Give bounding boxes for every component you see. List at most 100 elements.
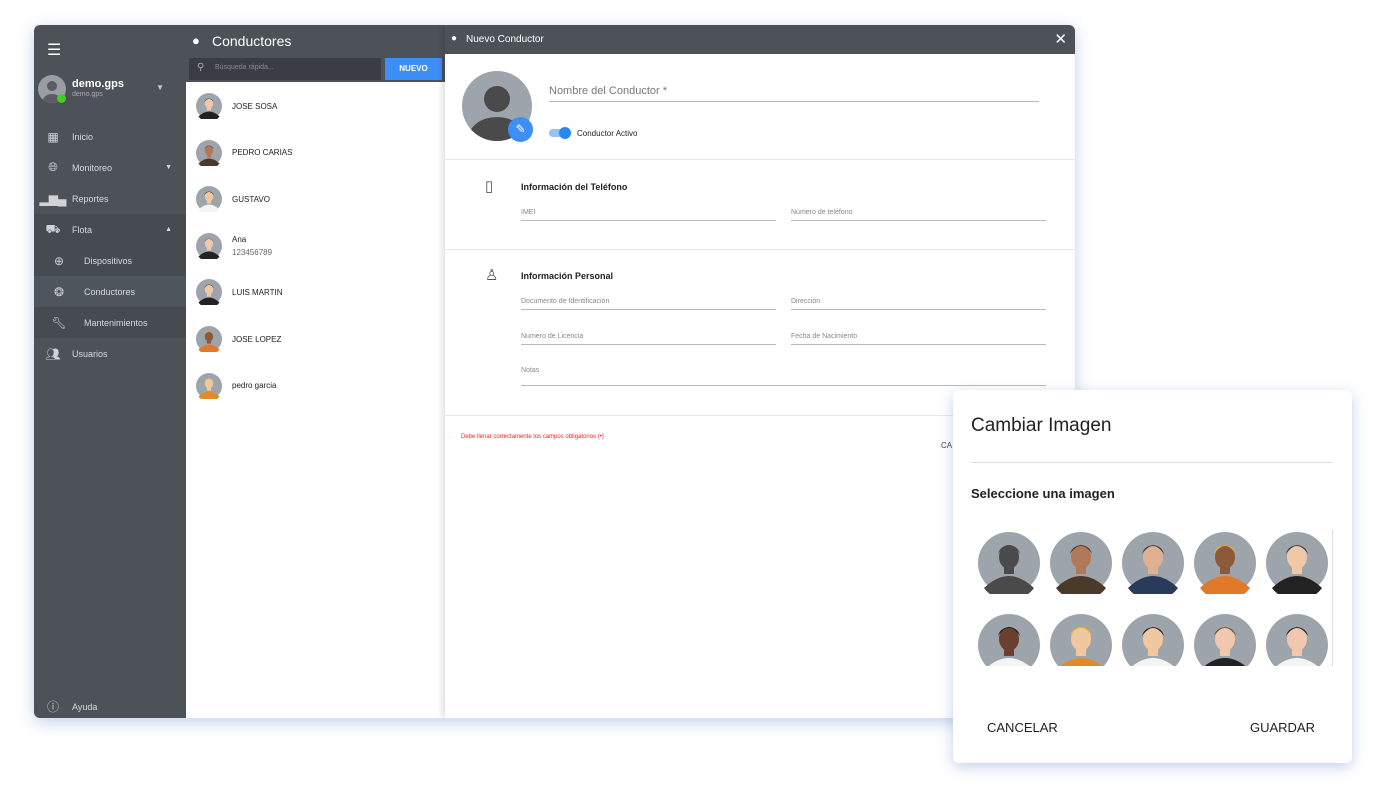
- driver-list-item[interactable]: GUSTAVO: [196, 185, 270, 213]
- avatar-image: [196, 279, 222, 306]
- driver-list-item[interactable]: JOSE LOPEZ: [196, 325, 281, 353]
- driver-name-block: GUSTAVO: [232, 195, 270, 204]
- sidebar-item-monitoreo[interactable]: 🌐︎ Monitoreo ▼: [34, 152, 186, 183]
- sidebar-item-label: Usuarios: [72, 348, 108, 359]
- phone-input[interactable]: Numero de teléfono: [791, 209, 1046, 221]
- driver-list-item[interactable]: LUIS MARTIN: [196, 278, 283, 306]
- dialog-save-button[interactable]: GUARDAR: [1250, 720, 1315, 735]
- avatar-option[interactable]: [978, 614, 1040, 666]
- gps-icon: ⊕: [53, 253, 65, 268]
- search-placeholder: Búsqueda rápida...: [215, 64, 274, 71]
- sidebar-item-flota[interactable]: ⛟ Flota ▲: [34, 214, 186, 245]
- change-image-dialog: Cambiar Imagen Seleccione una imagen CAN…: [953, 390, 1352, 763]
- wrench-icon: 🔧︎: [51, 315, 67, 330]
- drivers-panel: ● Conductores ⚲ Búsqueda rápida... NUEVO …: [186, 25, 445, 718]
- section-title: Información del Teléfono: [521, 182, 628, 192]
- sidebar-item-label: Mantenimientos: [84, 317, 148, 328]
- person-icon: ♙: [485, 267, 499, 284]
- app-window: ☰ demo.gps demo.gps ▼ ▦ Inicio 🌐︎ Monitore…: [34, 25, 1075, 718]
- divider: [971, 462, 1332, 463]
- user-subtitle: demo.gps: [72, 91, 103, 98]
- user-profile[interactable]: demo.gps demo.gps ▼: [38, 75, 178, 107]
- phone-icon: ▯: [485, 178, 494, 195]
- dialog-cancel-button[interactable]: CANCELAR: [987, 720, 1058, 735]
- sidebar-item-reportes[interactable]: ▂▆▄ Reportes: [34, 183, 186, 214]
- sidebar-item-label: Flota: [72, 224, 93, 235]
- online-status-dot: [57, 94, 66, 103]
- account-circle-icon: ●: [192, 33, 200, 48]
- document-input[interactable]: Documento de Identificación: [521, 298, 776, 310]
- avatar-option[interactable]: [1050, 532, 1112, 594]
- new-driver-button[interactable]: NUEVO: [385, 58, 442, 80]
- car-icon: ⛟: [45, 221, 61, 236]
- steering-wheel-icon: ❂: [53, 284, 65, 299]
- edit-avatar-button[interactable]: ✎: [508, 117, 533, 142]
- driver-name: GUSTAVO: [232, 194, 270, 204]
- dashboard-icon: ▦: [47, 129, 59, 144]
- dialog-subtitle: Seleccione una imagen: [971, 486, 1115, 501]
- address-input[interactable]: Dirección: [791, 298, 1046, 310]
- avatar-option[interactable]: [1050, 614, 1112, 666]
- form-header: ● Nuevo Conductor ✕: [445, 25, 1075, 54]
- driver-name: JOSE SOSA: [232, 101, 278, 111]
- search-icon: ⚲: [197, 62, 205, 73]
- sidebar: ☰ demo.gps demo.gps ▼ ▦ Inicio 🌐︎ Monitore…: [34, 25, 186, 718]
- driver-name-block: JOSE LOPEZ: [232, 335, 281, 344]
- sidebar-item-label: Reportes: [72, 193, 109, 204]
- active-toggle[interactable]: [549, 127, 571, 139]
- driver-list-item[interactable]: Ana 123456789: [196, 232, 272, 260]
- sidebar-item-usuarios[interactable]: 👥︎ Usuarios: [34, 338, 186, 369]
- drivers-header: ● Conductores ⚲ Búsqueda rápida... NUEVO: [186, 25, 445, 82]
- avatar-option[interactable]: [1122, 614, 1184, 666]
- driver-name-block: PEDRO CARIAS: [232, 148, 292, 157]
- avatar-option[interactable]: [1194, 614, 1256, 666]
- sidebar-item-dispositivos[interactable]: ⊕ Dispositivos: [34, 245, 186, 276]
- driver-name-block: Ana 123456789: [232, 235, 272, 257]
- sidebar-item-label: Ayuda: [72, 701, 98, 712]
- avatar-option[interactable]: [978, 532, 1040, 594]
- notes-textarea[interactable]: Notas: [521, 367, 1046, 386]
- cancel-button[interactable]: CA: [941, 441, 952, 450]
- birthdate-input[interactable]: Fecha de Nacimiento: [791, 333, 1046, 345]
- divider: [445, 249, 1075, 250]
- pencil-icon: ✎: [515, 122, 526, 136]
- driver-name-block: pedro garcia: [232, 381, 276, 390]
- caret-up-icon: ▲: [165, 226, 172, 233]
- license-input[interactable]: Numero de Licencia: [521, 333, 776, 345]
- driver-name: pedro garcia: [232, 381, 277, 391]
- avatar-option[interactable]: [1266, 614, 1328, 666]
- avatar-option[interactable]: [1122, 532, 1184, 594]
- driver-name-block: LUIS MARTIN: [232, 288, 283, 297]
- driver-name-block: JOSE SOSA: [232, 102, 277, 111]
- panel-title: Conductores: [212, 33, 292, 49]
- sidebar-item-conductores[interactable]: ❂ Conductores: [34, 276, 186, 307]
- avatar-image: [196, 186, 222, 213]
- avatar-image: [196, 93, 222, 119]
- driver-phone: 123456789: [232, 247, 273, 257]
- form-title: Nuevo Conductor: [466, 34, 544, 45]
- divider: [445, 159, 1075, 160]
- driver-list-item[interactable]: JOSE SOSA: [196, 92, 277, 120]
- section-title: Información Personal: [521, 271, 614, 281]
- sidebar-item-label: Conductores: [84, 286, 136, 297]
- sidebar-item-label: Inicio: [72, 131, 94, 142]
- sidebar-item-ayuda[interactable]: ⓘ Ayuda: [34, 691, 186, 718]
- avatar-grid[interactable]: [978, 530, 1333, 666]
- sidebar-item-mantenimientos[interactable]: 🔧︎ Mantenimientos: [34, 307, 186, 338]
- account-circle-icon: ●: [451, 33, 458, 44]
- menu-icon[interactable]: ☰: [47, 40, 61, 60]
- sidebar-item-inicio[interactable]: ▦ Inicio: [34, 121, 186, 152]
- avatar-option[interactable]: [1194, 532, 1256, 594]
- user-name: demo.gps: [72, 78, 124, 90]
- help-icon: ⓘ: [46, 700, 59, 714]
- search-input[interactable]: ⚲ Búsqueda rápida...: [189, 58, 381, 80]
- imei-input[interactable]: IMEI: [521, 209, 776, 221]
- avatar-option[interactable]: [1266, 532, 1328, 594]
- avatar-image: [196, 326, 222, 352]
- close-icon[interactable]: ✕: [1054, 30, 1067, 48]
- driver-list-item[interactable]: PEDRO CARIAS: [196, 139, 292, 167]
- driver-name-input[interactable]: Nombre del Conductor *: [549, 85, 1039, 102]
- driver-list-item[interactable]: pedro garcia: [196, 372, 276, 400]
- validation-error: Debe llenar correctamente los campos obl…: [461, 434, 604, 440]
- caret-down-icon[interactable]: ▼: [156, 83, 164, 92]
